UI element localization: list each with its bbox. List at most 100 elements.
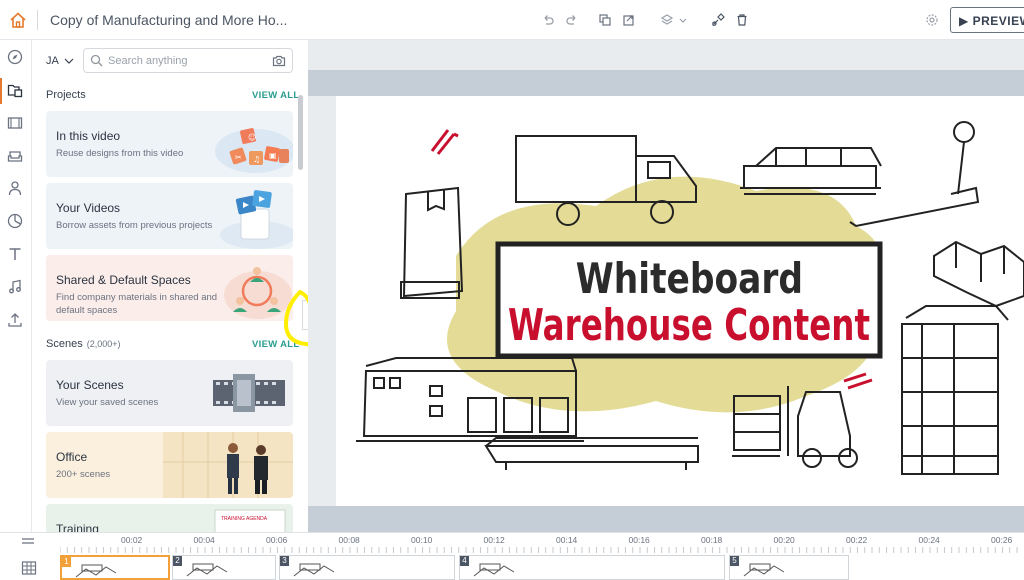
asset-panel: JA Projects VIEW ALL In this video Reuse… (32, 40, 308, 532)
time-label: 00:22 (846, 535, 868, 545)
card-title: In this video (56, 129, 121, 143)
red-accent-mark (430, 129, 459, 155)
film-strip-illustration (213, 374, 285, 412)
copy-icon[interactable] (598, 13, 612, 27)
time-ruler[interactable]: 00:02 00:04 00:06 00:08 00:10 00:12 00:14 00:16… (60, 533, 1024, 555)
search-input[interactable] (108, 52, 264, 70)
film-icon[interactable] (7, 115, 23, 131)
scene-grid-icon[interactable] (21, 560, 37, 576)
projects-heading: Projects (46, 89, 86, 101)
scene-preview-sketch (186, 563, 228, 577)
svg-text:♫: ♫ (253, 155, 260, 164)
projects-view-all-link[interactable]: VIEW ALL (252, 90, 299, 101)
training-sign-text: TRAINING AGENDA (221, 516, 268, 522)
time-label: 00:20 (773, 535, 795, 545)
scene-thumbnail[interactable]: 4 (459, 555, 725, 580)
time-label: 00:06 (266, 535, 288, 545)
scene-preview-sketch (293, 563, 335, 577)
preview-button[interactable]: ▶ PREVIEW (950, 7, 1024, 33)
upload-icon[interactable] (7, 312, 23, 328)
time-label: 00:16 (628, 535, 650, 545)
shelving-unit-drawing (901, 305, 1009, 475)
scene-thumbnail[interactable]: 5 (729, 555, 849, 580)
paste-icon[interactable] (622, 13, 636, 27)
tool-rail (0, 40, 32, 532)
card-training[interactable]: Training TRAINING AGENDA (46, 504, 293, 532)
scene-thumbnail[interactable]: 2 (172, 555, 276, 580)
stacked-cubes-drawing (933, 240, 1024, 308)
chart-icon[interactable] (7, 213, 23, 229)
svg-text:✂: ✂ (235, 153, 242, 162)
project-title[interactable]: Copy of Manufacturing and More Ho... (50, 12, 287, 28)
card-title: Your Videos (56, 201, 121, 215)
time-label: 00:14 (556, 535, 578, 545)
compass-icon[interactable] (7, 49, 23, 65)
card-office[interactable]: Office 200+ scenes (46, 432, 293, 498)
music-icon[interactable] (7, 279, 23, 295)
card-title: Office (56, 450, 88, 464)
slide-artwork: Whiteboard Warehouse Content (356, 121, 1024, 475)
scene-preview-sketch (743, 563, 785, 577)
card-title: Shared & Default Spaces (56, 273, 191, 287)
scenes-heading: Scenes (2,000+) (46, 338, 120, 350)
card-in-this-video[interactable]: In this video Reuse designs from this vi… (46, 111, 293, 177)
time-label: 00:12 (483, 535, 505, 545)
divider (37, 10, 38, 30)
search-box (83, 48, 293, 73)
sofa-icon[interactable] (7, 148, 23, 164)
scene-preview-sketch (75, 564, 117, 578)
box-cart-drawing (400, 186, 464, 299)
card-your-scenes[interactable]: Your Scenes View your saved scenes (46, 360, 293, 426)
search-icon (90, 54, 103, 67)
time-label: 00:24 (918, 535, 940, 545)
card-your-videos[interactable]: Your Videos Borrow assets from previous … (46, 183, 293, 249)
canvas-area: Whiteboard Warehouse Content (308, 40, 1024, 532)
time-label: 00:26 (991, 535, 1013, 545)
folder-icon[interactable] (7, 82, 23, 98)
slide-canvas[interactable]: Whiteboard Warehouse Content (336, 96, 1024, 506)
time-label: 00:02 (121, 535, 143, 545)
brush-icon[interactable] (711, 13, 725, 27)
card-title: Training (56, 522, 99, 532)
scene-thumbnail[interactable]: 1 (60, 555, 170, 580)
video-folder-illustration (220, 190, 293, 249)
home-icon[interactable] (9, 11, 27, 29)
pallet-jack-drawing (849, 121, 980, 228)
scenes-count: (2,000+) (86, 339, 121, 349)
time-label: 00:10 (411, 535, 433, 545)
text-icon[interactable] (7, 246, 23, 262)
timeline: 00:02 00:04 00:06 00:08 00:10 00:12 00:14 00:16… (0, 532, 1024, 580)
red-accent-mark (843, 372, 873, 390)
active-indicator (0, 78, 2, 104)
scene-thumbnail[interactable]: 3 (279, 555, 455, 580)
loading-dock-drawing (484, 437, 699, 470)
drag-handle-icon[interactable] (22, 537, 34, 545)
scenes-heading-label: Scenes (46, 338, 83, 350)
language-selector[interactable]: JA (46, 55, 74, 67)
canvas-top-band (308, 70, 1024, 96)
time-label: 00:08 (338, 535, 360, 545)
undo-icon[interactable] (541, 13, 555, 27)
card-title: Your Scenes (56, 378, 124, 392)
svg-text:☺: ☺ (248, 133, 256, 142)
office-people-illustration (163, 432, 293, 498)
redo-icon[interactable] (565, 13, 579, 27)
camera-icon[interactable] (272, 54, 286, 68)
layers-icon[interactable] (660, 13, 674, 27)
play-icon: ▶ (959, 14, 973, 28)
trash-icon[interactable] (735, 13, 749, 27)
slide-title-line2: Warehouse Content (508, 300, 870, 351)
chevron-down-icon[interactable] (678, 13, 688, 27)
scene-preview-sketch (473, 563, 515, 577)
gear-icon[interactable] (925, 13, 939, 27)
preview-label: PREVIEW (972, 14, 1024, 28)
design-assets-illustration: ☺ ✂ ♫ ▣ (215, 128, 293, 173)
pallet-boxes-drawing (740, 147, 882, 195)
training-room-illustration: TRAINING AGENDA (214, 509, 286, 532)
time-label: 00:18 (701, 535, 723, 545)
person-icon[interactable] (7, 180, 23, 196)
top-toolbar: Copy of Manufacturing and More Ho... ▶ P… (0, 0, 1024, 40)
panel-scrollbar[interactable] (298, 95, 303, 170)
card-shared-spaces[interactable]: Shared & Default Spaces Find company mat… (46, 255, 293, 321)
canvas-bottom-band (308, 506, 1024, 532)
